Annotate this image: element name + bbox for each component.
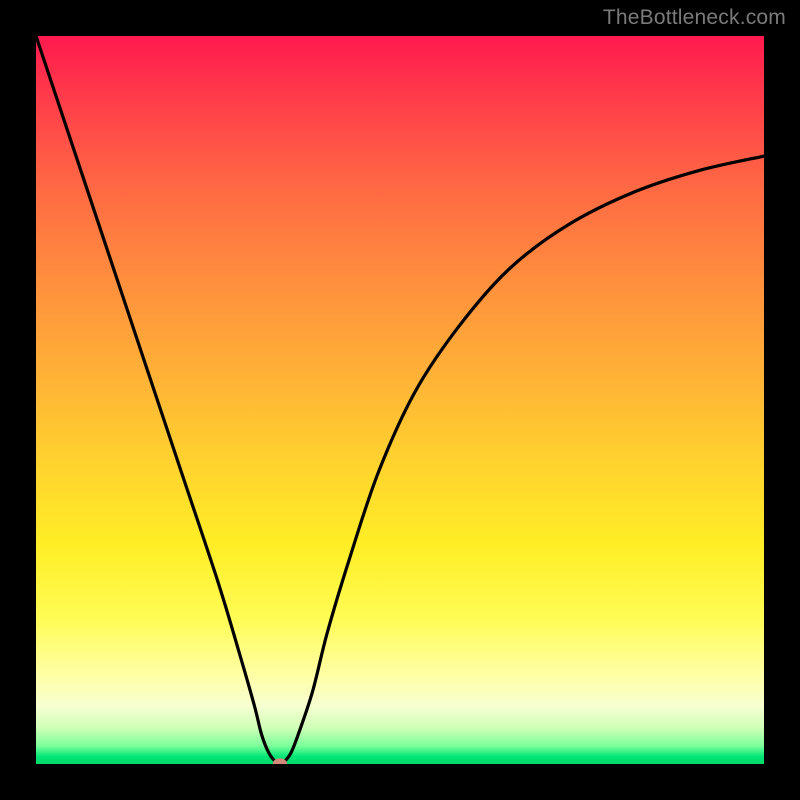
bottleneck-curve <box>36 36 764 763</box>
watermark-text: TheBottleneck.com <box>603 6 786 30</box>
bottleneck-chart <box>36 36 764 764</box>
chart-frame: TheBottleneck.com <box>0 0 800 800</box>
plot-area <box>36 36 764 764</box>
